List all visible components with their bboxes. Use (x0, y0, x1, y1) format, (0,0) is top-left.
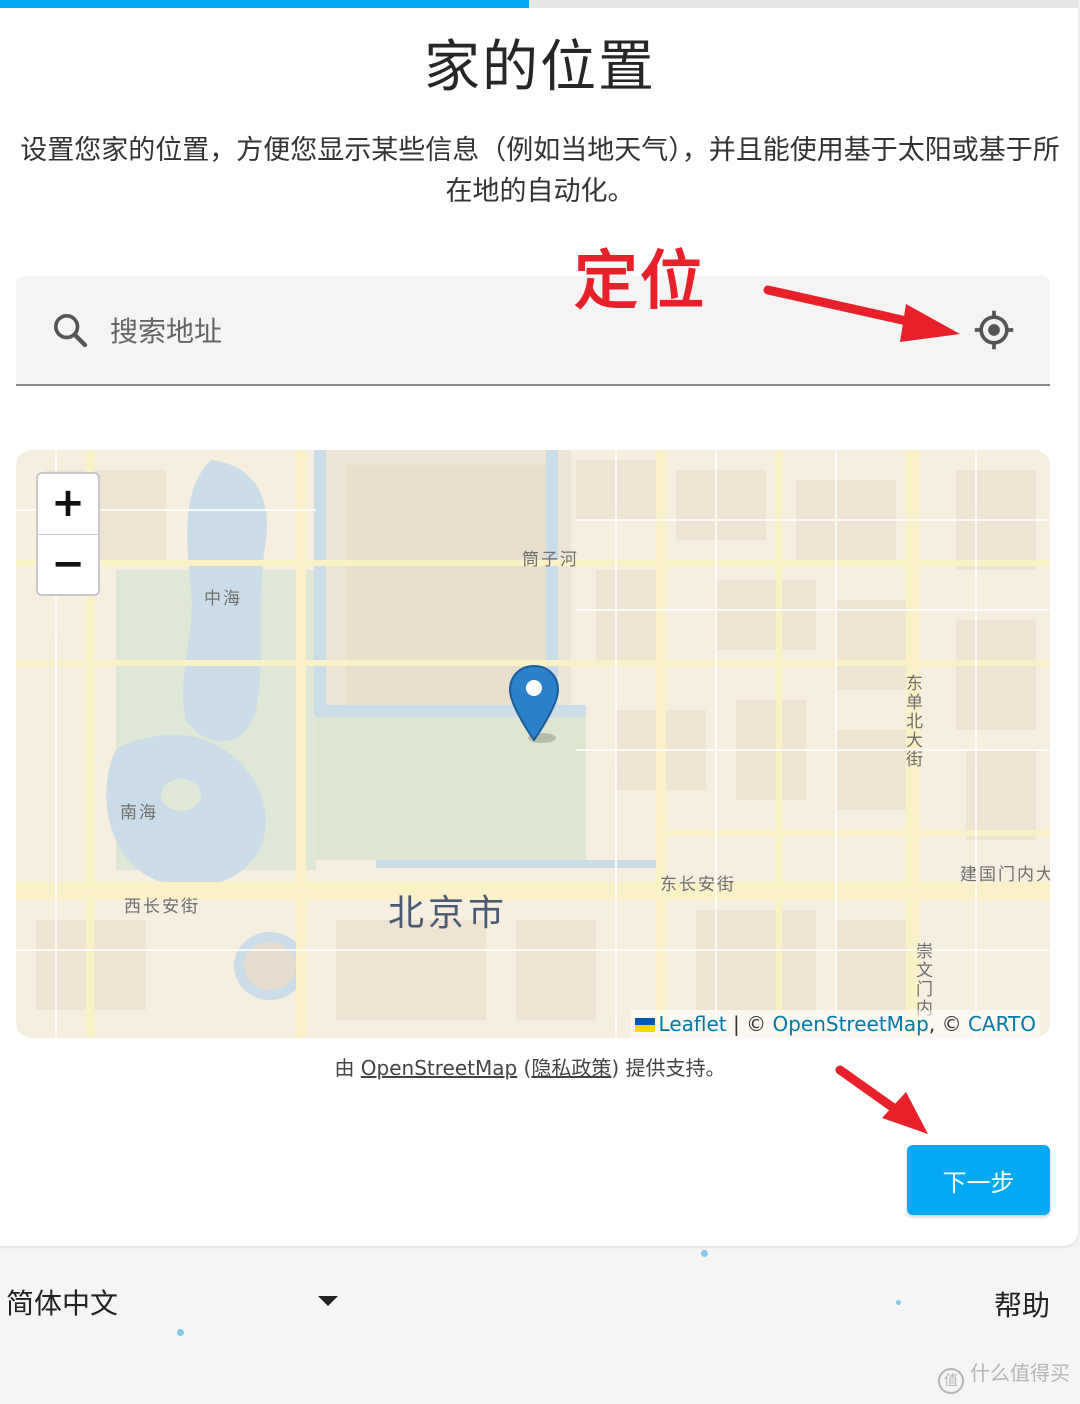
map-attribution: Leaflet | © OpenStreetMap, © CARTO (630, 1010, 1040, 1038)
help-link[interactable]: 帮助 (994, 1284, 1050, 1324)
map-label: 南海 (120, 803, 158, 823)
address-search-input[interactable] (108, 306, 912, 356)
decorative-dot (896, 1300, 901, 1305)
decorative-dot (701, 1250, 708, 1257)
onboarding-card: 家的位置 设置您家的位置，方便您显示某些信息（例如当地天气），并且能使用基于太阳… (0, 0, 1078, 1246)
page-description: 设置您家的位置，方便您显示某些信息（例如当地天气），并且能使用基于太阳或基于所在… (20, 135, 1060, 207)
leaflet-link[interactable]: Leaflet (659, 1012, 727, 1036)
map-label: 西长安街 (124, 897, 200, 917)
zoom-control: + − (36, 472, 100, 596)
map-label: 崇文门内 (912, 942, 932, 1018)
ukraine-flag-icon (634, 1018, 655, 1032)
powered-by-suffix: ) 提供支持。 (611, 1056, 726, 1080)
next-button[interactable]: 下一步 (907, 1145, 1050, 1215)
progress-bar (0, 0, 1078, 8)
map-label: 筒子河 (522, 550, 579, 570)
language-select-value: 简体中文 (6, 1287, 119, 1320)
watermark-logo-icon: 值 (938, 1368, 964, 1394)
caret-down-icon (318, 1296, 338, 1306)
map-city-label: 北京市 (388, 893, 509, 934)
location-map[interactable]: + − 中海 南海 筒子河 西长安街 东长安街 北京市 东单北大街 建国门内大 … (16, 450, 1050, 1038)
privacy-policy-link[interactable]: 隐私政策 (531, 1056, 611, 1080)
page-title: 家的位置 (424, 35, 656, 100)
watermark: 值什么值得买 (938, 1357, 1070, 1394)
annotation-locate-label: 定位 (574, 245, 706, 319)
powered-by-prefix: 由 (334, 1056, 361, 1080)
map-label: 中海 (204, 589, 242, 609)
watermark-text: 什么值得买 (970, 1361, 1070, 1385)
map-tiles (16, 450, 1050, 1038)
map-label: 东单北大街 (902, 674, 922, 769)
map-label: 东长安街 (660, 875, 736, 895)
zoom-in-button[interactable]: + (38, 474, 98, 535)
location-marker-icon[interactable] (508, 664, 560, 744)
attribution-separator: | © (726, 1012, 773, 1036)
map-label: 建国门内大 (960, 865, 1050, 885)
attribution-separator: , © (928, 1012, 968, 1036)
powered-by-text: 由 OpenStreetMap (隐私政策) 提供支持。 (0, 1052, 1060, 1081)
address-search-field[interactable] (16, 276, 1050, 386)
openstreetmap-link[interactable]: OpenStreetMap (361, 1056, 517, 1080)
carto-link[interactable]: CARTO (968, 1012, 1036, 1036)
powered-by-paren: ( (517, 1056, 532, 1080)
zoom-out-button[interactable]: − (38, 535, 98, 594)
search-icon (54, 314, 88, 348)
crosshairs-gps-icon[interactable] (972, 308, 1016, 352)
decorative-dot (177, 1329, 184, 1336)
language-select[interactable]: 简体中文 (6, 1282, 346, 1326)
openstreetmap-attribution-link[interactable]: OpenStreetMap (772, 1012, 928, 1036)
progress-bar-fill (0, 0, 530, 8)
